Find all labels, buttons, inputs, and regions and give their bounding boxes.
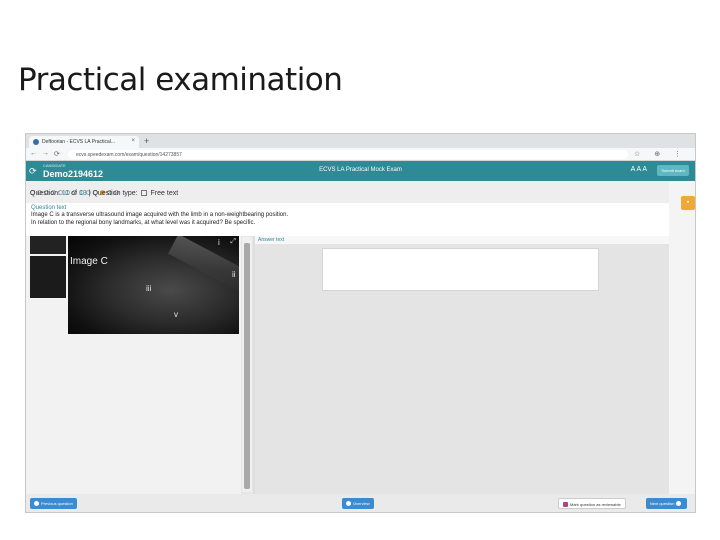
tissue-band xyxy=(168,236,239,296)
next-question-button[interactable]: Next question xyxy=(646,498,687,509)
slide-title: Practical examination xyxy=(18,62,343,98)
notes-icon[interactable]: ▪ xyxy=(681,196,695,210)
answer-pane: Answer text xyxy=(255,236,669,494)
question-line-1: Image C is a transverse ultrasound image… xyxy=(31,212,289,218)
question-info: Question: 11 of 13 | Question type: Free… xyxy=(30,190,178,197)
home-icon xyxy=(346,501,351,506)
right-gutter xyxy=(669,181,695,494)
mark-label: Mark question as reviewable xyxy=(570,502,621,507)
answer-textarea[interactable] xyxy=(322,248,599,291)
exam-screenshot: Deftoorian - ECVS LA Practical... × + ← … xyxy=(25,133,696,513)
url-input[interactable]: ecvs.speedexam.com/exam/question/1427385… xyxy=(68,150,628,159)
separator: | xyxy=(88,190,91,197)
address-bar: ← → ⟳ ecvs.speedexam.com/exam/question/1… xyxy=(26,148,695,161)
favicon-icon xyxy=(33,139,39,145)
tab-close-icon[interactable]: × xyxy=(131,138,135,144)
image-label: i xyxy=(218,238,220,247)
new-tab-icon[interactable]: + xyxy=(144,136,149,146)
overview-label: Overview xyxy=(353,501,370,506)
answer-heading: Answer text xyxy=(255,236,669,244)
browser-tab-bar: Deftoorian - ECVS LA Practical... × + xyxy=(26,134,695,148)
image-thumbnail[interactable] xyxy=(30,236,66,254)
previous-label: Previous question xyxy=(41,501,73,506)
arrow-left-icon xyxy=(34,501,39,506)
question-label: Question: xyxy=(30,190,60,197)
mark-reviewable-button[interactable]: Mark question as reviewable xyxy=(558,498,626,509)
image-label: v xyxy=(174,310,178,319)
submit-exam-button[interactable]: Submit exam xyxy=(657,165,689,176)
browser-menu-icons[interactable]: ☆ ⊕ ⋮ xyxy=(634,150,687,158)
overview-button[interactable]: Overview xyxy=(342,498,374,509)
font-size-controls[interactable]: A A A xyxy=(631,166,647,173)
question-total: 13 xyxy=(78,190,87,197)
flag-icon xyxy=(563,502,568,507)
next-label: Next question xyxy=(650,501,675,506)
back-icon[interactable]: ← xyxy=(30,150,37,157)
exam-title: ECVS LA Practical Mock Exam xyxy=(319,167,402,173)
browser-tab[interactable]: Deftoorian - ECVS LA Practical... × xyxy=(29,136,139,148)
image-caption: Image C xyxy=(70,256,108,267)
scrollbar-thumb[interactable] xyxy=(244,243,250,489)
app-header: ⟳ CANDIDATE Demo2194612 ECVS LA Practica… xyxy=(26,161,695,181)
image-label: iii xyxy=(146,284,152,293)
question-type-checkbox[interactable] xyxy=(140,190,147,196)
question-line-2: In relation to the regional bony landmar… xyxy=(31,220,256,226)
question-navigator: Question: 11 of 13 | Question type: Free… xyxy=(26,181,695,203)
image-label: ii xyxy=(232,270,236,279)
question-type-value: Free text xyxy=(150,190,179,197)
reload-icon[interactable]: ⟳ xyxy=(54,150,60,158)
forward-icon[interactable]: → xyxy=(42,150,49,157)
question-text-panel: Question text Image C is a transverse ul… xyxy=(26,203,669,236)
exam-footer: Previous question Overview Mark question… xyxy=(26,494,695,512)
question-number: 11 xyxy=(61,190,70,197)
tab-title: Deftoorian - ECVS LA Practical... xyxy=(42,139,116,145)
scrollbar[interactable] xyxy=(242,237,252,492)
image-thumbnail[interactable] xyxy=(30,256,66,298)
question-type-label: Question type: xyxy=(92,190,138,197)
previous-question-button[interactable]: Previous question xyxy=(30,498,77,509)
of-label: of xyxy=(71,190,77,197)
question-dots xyxy=(30,182,121,195)
image-pane: ⤢ Image C i ii iii v xyxy=(26,236,241,494)
ultrasound-image[interactable]: ⤢ Image C i ii iii v xyxy=(68,236,239,334)
expand-icon[interactable]: ⤢ xyxy=(230,238,236,246)
image-thumbnails xyxy=(30,236,66,300)
arrow-right-icon xyxy=(675,501,681,506)
